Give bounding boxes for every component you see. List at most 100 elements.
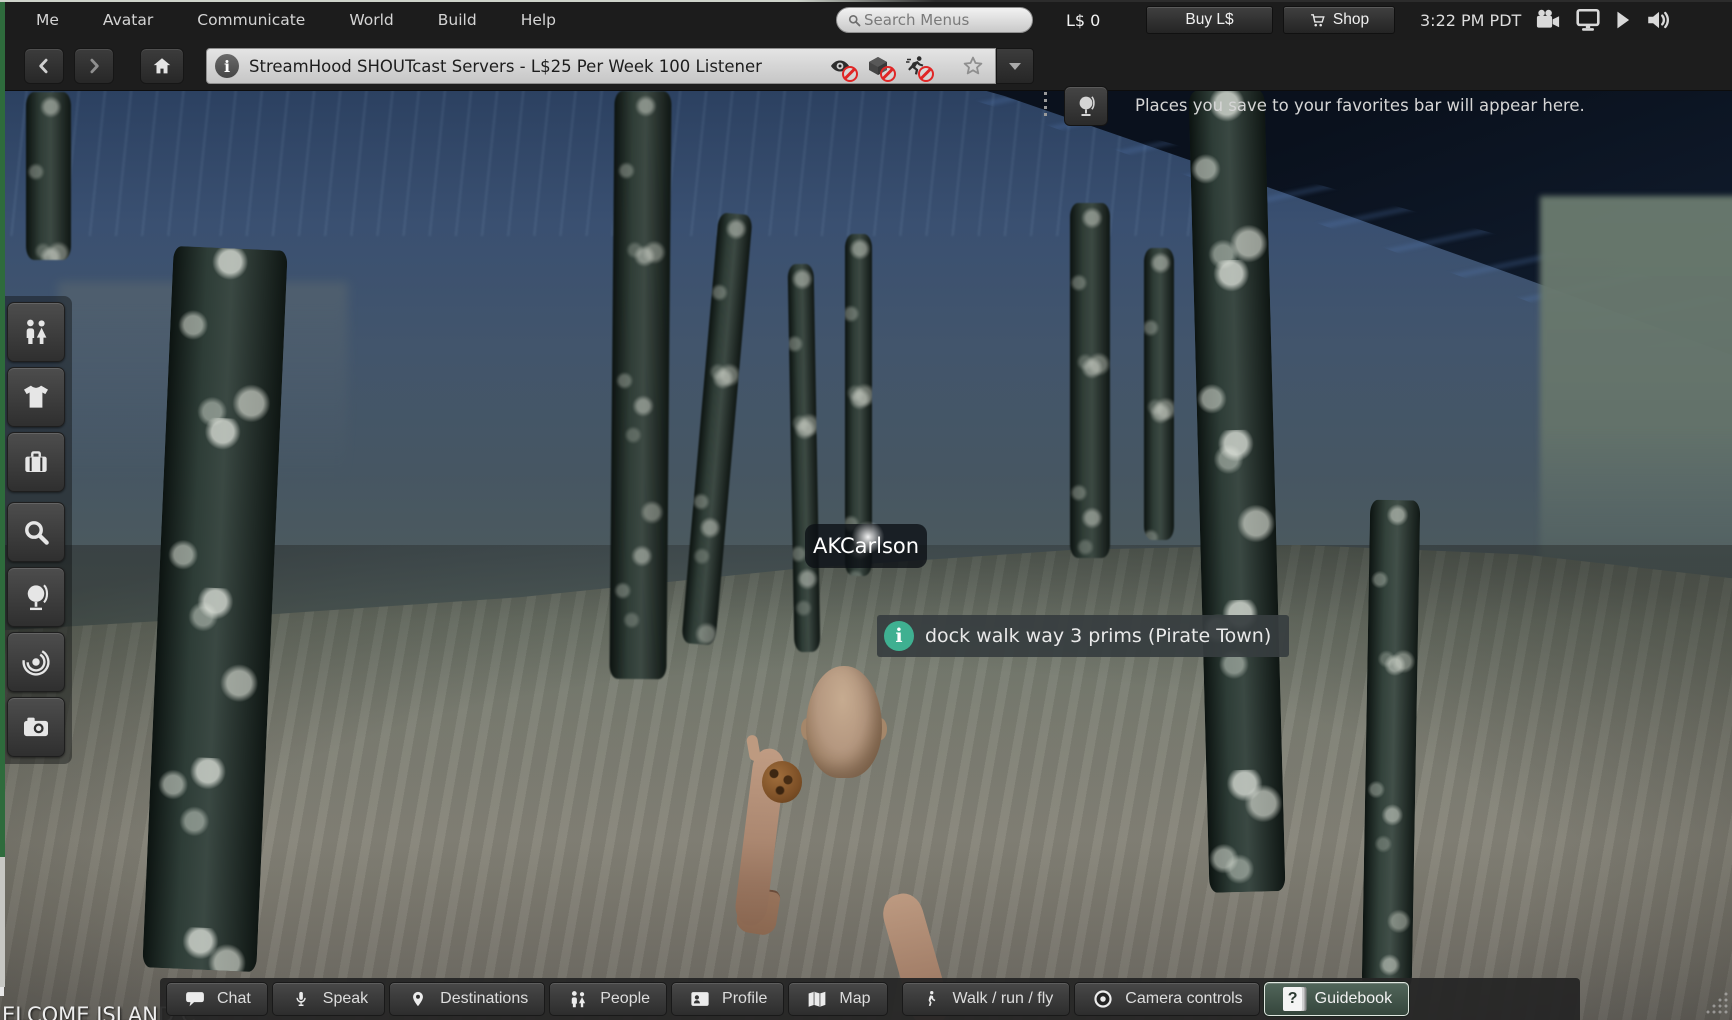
tooltip-text: dock walk way 3 prims (Pirate Town) (925, 625, 1272, 647)
search-icon (848, 14, 861, 26)
speak-label: Speak (322, 990, 369, 1007)
favorite-star-icon[interactable] (961, 54, 985, 78)
dock-pillar (1144, 248, 1174, 540)
destinations-button[interactable]: Destinations (389, 982, 546, 1016)
camera-controls-button[interactable]: Camera controls (1074, 982, 1260, 1016)
window-top-edge (0, 0, 1732, 2)
mini-map-button[interactable] (7, 632, 65, 692)
parcel-info-icon[interactable]: i (215, 54, 239, 78)
buy-lindens-button[interactable]: Buy L$ (1146, 6, 1273, 34)
people-icon (26, 319, 47, 344)
side-toolbar (2, 296, 72, 764)
walk-run-fly-label: Walk / run / fly (952, 990, 1054, 1007)
no-build-icon (865, 53, 896, 82)
people-button[interactable] (7, 302, 65, 362)
resize-grip[interactable] (1696, 990, 1730, 1018)
menu-me[interactable]: Me (14, 11, 81, 29)
search-menus-input[interactable] (862, 10, 1016, 30)
inventory-button[interactable] (7, 432, 65, 492)
shop-label: Shop (1332, 11, 1370, 28)
destinations-label: Destinations (440, 990, 529, 1007)
location-history-dropdown[interactable] (996, 48, 1034, 84)
camera-icon (24, 717, 48, 737)
menu-communicate[interactable]: Communicate (175, 11, 327, 29)
speak-button[interactable]: Speak (271, 982, 386, 1016)
profile-button[interactable]: Profile (671, 982, 785, 1016)
dock-pillar (609, 90, 672, 680)
guidebook-button[interactable]: ? Guidebook (1263, 982, 1410, 1016)
search-icon (25, 521, 49, 545)
chat-label: Chat (217, 990, 251, 1007)
home-button[interactable] (140, 48, 184, 84)
window-left-edge-green (0, 0, 5, 857)
menu-avatar[interactable]: Avatar (81, 11, 175, 29)
favorites-landmark-button[interactable] (1064, 86, 1108, 126)
linden-balance[interactable]: L$ 0 (1066, 0, 1100, 40)
avatar-name-tag[interactable]: AKCarlson (805, 520, 927, 568)
map-button[interactable]: Map (788, 982, 888, 1016)
people-icon (566, 988, 590, 1010)
profile-card-icon (688, 989, 712, 1009)
menu-help[interactable]: Help (499, 11, 578, 29)
people-label: People (600, 990, 651, 1007)
status-icon-group (1534, 0, 1673, 40)
dock-pillar (26, 92, 71, 260)
microphone-icon (289, 988, 313, 1010)
walking-person-icon (919, 988, 943, 1010)
map-pin-icon (406, 988, 430, 1010)
snapshot-button[interactable] (7, 697, 65, 757)
camera-eye-icon (1091, 988, 1115, 1010)
search-menus-box[interactable] (836, 7, 1033, 33)
map-label: Map (839, 990, 871, 1007)
folded-map-icon (805, 989, 829, 1009)
no-see-icon (827, 53, 858, 82)
people-button-toolbar[interactable]: People (549, 982, 668, 1016)
shopping-cart-icon (1311, 13, 1325, 26)
globe-landmark-icon (1079, 96, 1095, 116)
bottom-toolbar: Chat Speak Destinations People Profile M… (160, 978, 1580, 1020)
clock: 3:22 PM PDT (1420, 10, 1522, 30)
speaker-volume-icon[interactable] (1645, 8, 1673, 32)
chat-button[interactable]: Chat (166, 982, 268, 1016)
menu-items: Me Avatar Communicate World Build Help (14, 0, 578, 40)
no-push-icon (903, 53, 934, 82)
navigation-bar: i StreamHood SHOUTcast Servers - L$25 Pe… (0, 40, 1732, 126)
globe-icon (27, 584, 49, 611)
forward-button[interactable] (74, 48, 114, 84)
outfit-button[interactable] (7, 367, 65, 427)
object-inspect-tooltip: i dock walk way 3 prims (Pirate Town) (877, 615, 1290, 657)
world-viewport[interactable]: AKCarlson i dock walk way 3 prims (Pirat… (0, 0, 1732, 1020)
favorites-hint-text: Places you save to your favorites bar wi… (1135, 96, 1585, 115)
home-icon (153, 58, 171, 74)
monitor-icon[interactable] (1575, 8, 1601, 32)
menu-world[interactable]: World (327, 11, 415, 29)
avatar-name-label: AKCarlson (812, 534, 920, 558)
guidebook-label: Guidebook (1314, 990, 1393, 1007)
search-button[interactable] (7, 502, 65, 562)
chevron-left-icon (39, 58, 48, 74)
chevron-down-icon (1009, 62, 1021, 70)
play-media-icon[interactable] (1614, 10, 1632, 30)
location-bar[interactable]: i StreamHood SHOUTcast Servers - L$25 Pe… (206, 48, 996, 84)
back-button[interactable] (24, 48, 64, 84)
profile-label: Profile (722, 990, 768, 1007)
favorites-separator (1044, 92, 1047, 120)
info-icon: i (884, 621, 914, 651)
shop-button[interactable]: Shop (1283, 6, 1395, 34)
camera-controls-label: Camera controls (1125, 990, 1243, 1007)
dock-pillar (1070, 203, 1110, 558)
location-title: StreamHood SHOUTcast Servers - L$25 Per … (249, 56, 762, 76)
dock-pillar (787, 263, 821, 653)
movie-camera-icon[interactable] (1534, 8, 1562, 32)
second-life-viewer-window: AKCarlson i dock walk way 3 prims (Pirat… (0, 0, 1732, 1020)
shirt-icon (24, 385, 48, 408)
guidebook-icon: ? (1281, 987, 1305, 1011)
radar-icon (22, 648, 50, 676)
avatar-head[interactable] (806, 666, 882, 778)
held-cookie-object[interactable] (762, 761, 802, 803)
chevron-right-icon (90, 58, 99, 74)
world-map-button[interactable] (7, 567, 65, 627)
menu-build[interactable]: Build (416, 11, 499, 29)
chat-bubble-icon (183, 989, 207, 1009)
walk-run-fly-button[interactable]: Walk / run / fly (901, 982, 1071, 1016)
